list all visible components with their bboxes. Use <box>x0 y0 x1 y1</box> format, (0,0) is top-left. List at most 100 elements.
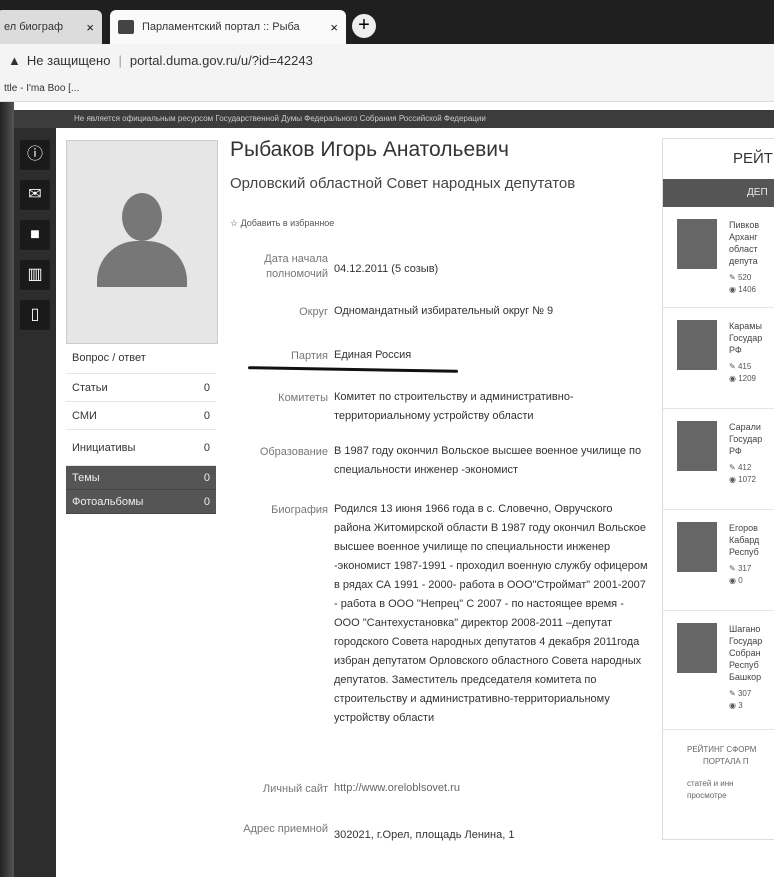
rating-footer-line: просмотре <box>687 791 727 800</box>
book-icon[interactable]: ▥ <box>20 260 50 290</box>
posts-count: ✎ 415 <box>729 362 752 371</box>
views-count: ◉ 3 <box>729 701 743 710</box>
field-value: 04.12.2011 (5 созыв) <box>334 263 439 275</box>
field-label: Биография <box>271 504 328 516</box>
views-value: 0 <box>738 576 743 585</box>
field-label: Адрес приемной <box>243 823 328 835</box>
rating-card[interactable]: Пивков Арханг област депута ✎ 520 ◉ 1406 <box>663 207 774 308</box>
address-bar[interactable]: ▲ Не защищено | portal.duma.gov.ru/u/?id… <box>0 44 774 76</box>
bookmarks-bar: ttle - I'ma Boo [... <box>0 76 774 102</box>
info-icon[interactable]: ⓘ <box>20 140 50 170</box>
menu-label: Вопрос / ответ <box>72 351 146 364</box>
menu-label: Темы <box>72 471 100 484</box>
views-value: 1406 <box>738 285 756 294</box>
deputy-card-text: Карамы Государ РФ <box>729 321 763 355</box>
field-label: Округ <box>299 306 328 318</box>
menu-initiatives[interactable]: Инициативы 0 <box>66 430 216 466</box>
posts-value: 520 <box>737 273 752 282</box>
views-value: 1209 <box>738 374 756 383</box>
views-count: ◉ 0 <box>729 576 743 585</box>
deputy-name: Рыбаков Игорь Анатольевич <box>230 138 509 161</box>
views-value: 1072 <box>738 475 756 484</box>
field-label: Дата начала полномочий <box>264 253 328 280</box>
menu-count: 0 <box>203 381 210 394</box>
close-icon[interactable]: × <box>86 20 94 35</box>
icon-sidebar: ⓘ ✉ ■ ▥ ▯ <box>14 128 56 877</box>
posts-count: ✎ 520 <box>729 273 752 282</box>
posts-value: 415 <box>737 362 752 371</box>
deputy-photo <box>677 219 717 269</box>
field-label: Образование <box>259 446 328 458</box>
add-to-favorites-link[interactable]: ☆ Добавить в избранное <box>230 218 334 229</box>
rating-panel: РЕЙТ ДЕП Пивков Арханг област депута ✎ 52… <box>662 138 774 840</box>
deputy-photo <box>677 421 717 471</box>
menu-label: Инициативы <box>72 441 136 454</box>
menu-count: 0 <box>203 495 210 508</box>
rating-tab-deputies[interactable]: ДЕП <box>663 179 774 207</box>
rating-card[interactable]: Карамы Государ РФ ✎ 415 ◉ 1209 <box>663 308 774 409</box>
field-value: Комитет по строительству и административ… <box>334 391 574 422</box>
phone-icon[interactable]: ▯ <box>20 300 50 330</box>
rating-footer-line: статей и инн <box>687 779 734 788</box>
views-value: 3 <box>738 701 743 710</box>
posts-value: 317 <box>737 564 752 573</box>
deputy-card-text: Пивков Арханг област депута <box>729 220 760 266</box>
deputy-photo <box>677 522 717 572</box>
rating-footer: РЕЙТИНГ СФОРМ ПОРТАЛА П статей и инн про… <box>663 730 774 802</box>
deputy-card-text: Егоров Кабард Респуб <box>729 523 760 557</box>
menu-count: 0 <box>203 471 210 484</box>
menu-media[interactable]: СМИ 0 <box>66 402 216 430</box>
rating-footer-line: ПОРТАЛА П <box>703 757 749 766</box>
profile-menu: Вопрос / ответ Статьи 0 СМИ 0 Инициативы… <box>66 342 216 514</box>
page-edge <box>0 102 14 877</box>
security-label: Не защищено <box>26 52 111 68</box>
website-link[interactable]: http://www.oreloblsovet.ru <box>334 779 650 798</box>
disclaimer-strip: Не является официальным ресурсом Государ… <box>14 110 774 128</box>
menu-qa[interactable]: Вопрос / ответ <box>66 342 216 374</box>
tab-biography[interactable]: ел биограф × <box>0 10 102 44</box>
menu-photo-albums[interactable]: Фотоальбомы 0 <box>66 490 216 514</box>
rating-card[interactable]: Шагано Государ Собран Респуб Башкор ✎ 307… <box>663 611 774 730</box>
field-value: Единая Россия <box>334 349 412 361</box>
field-label: Партия <box>290 350 328 362</box>
rating-footer-line: РЕЙТИНГ СФОРМ <box>687 745 757 754</box>
avatar-head <box>122 193 162 241</box>
close-icon[interactable]: × <box>330 20 338 35</box>
posts-value: 412 <box>737 463 752 472</box>
deputy-card-text: Шагано Государ Собран Респуб Башкор <box>729 624 763 682</box>
deputy-photo <box>677 320 717 370</box>
menu-count: 0 <box>203 409 210 422</box>
field-value: Одномандатный избирательный округ № 9 <box>334 305 554 317</box>
field-value: Родился 13 июня 1966 года в с. Словечно,… <box>334 503 648 724</box>
warning-icon[interactable]: ▲ <box>8 53 21 68</box>
tab-title: Парламентский портал :: Рыба <box>142 21 300 33</box>
views-count: ◉ 1406 <box>729 285 756 294</box>
posts-count: ✎ 307 <box>729 689 752 698</box>
new-tab-button[interactable]: + <box>352 14 376 38</box>
deputy-card-text: Сарали Государ РФ <box>729 422 763 456</box>
menu-label: СМИ <box>72 409 97 422</box>
avatar-body <box>97 241 187 287</box>
deputy-council: Орловский областной Совет народных депут… <box>230 175 576 192</box>
pen-underline <box>247 366 459 373</box>
menu-topics[interactable]: Темы 0 <box>66 466 216 490</box>
url-text[interactable]: portal.duma.gov.ru/u/?id=42243 <box>130 53 313 68</box>
views-count: ◉ 1072 <box>729 475 756 484</box>
divider: | <box>118 52 122 68</box>
posts-value: 307 <box>737 689 752 698</box>
tab-parliament-portal[interactable]: Парламентский портал :: Рыба × <box>110 10 346 44</box>
mail-icon[interactable]: ✉ <box>20 180 50 210</box>
menu-articles[interactable]: Статьи 0 <box>66 374 216 402</box>
bookmark-item[interactable]: ttle - I'ma Boo [... <box>4 83 79 94</box>
menu-count: 0 <box>203 441 210 454</box>
menu-label: Статьи <box>72 381 108 394</box>
field-label: Комитеты <box>278 392 328 404</box>
field-value: В 1987 году окончил Вольское высшее воен… <box>334 445 642 476</box>
video-icon[interactable]: ■ <box>20 220 50 250</box>
rating-card[interactable]: Егоров Кабард Респуб ✎ 317 ◉ 0 <box>663 510 774 611</box>
rating-card[interactable]: Сарали Государ РФ ✎ 412 ◉ 1072 <box>663 409 774 510</box>
deputy-photo <box>677 623 717 673</box>
menu-label: Фотоальбомы <box>72 495 144 508</box>
posts-count: ✎ 317 <box>729 564 752 573</box>
views-count: ◉ 1209 <box>729 374 756 383</box>
